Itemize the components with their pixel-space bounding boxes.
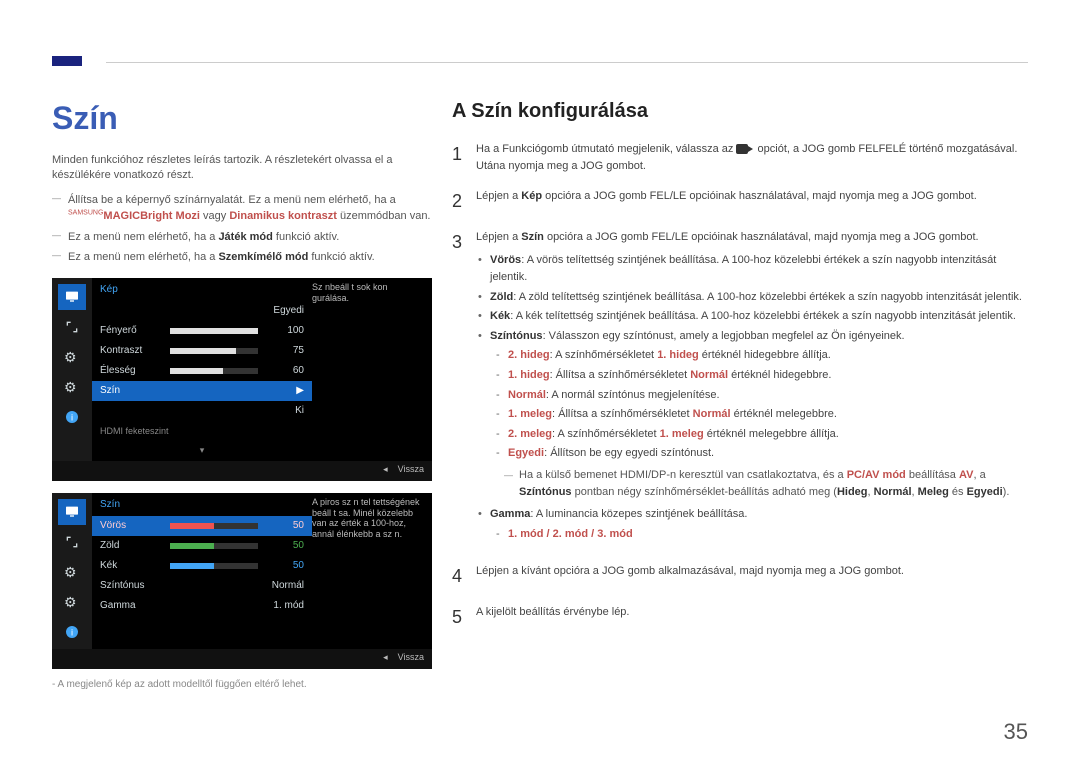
page-number: 35 (1004, 719, 1028, 745)
note: Ha a külső bemenet HDMI/DP-n keresztül v… (504, 467, 1028, 500)
osd-value: Egyedi (273, 305, 304, 316)
osd-title: Szín (100, 499, 120, 510)
note-item: Állítsa be a képernyő színárnyalatát. Ez… (68, 192, 432, 225)
section-title: Szín (52, 100, 432, 137)
osd-hint: Sz nbeáll t sok kon gurálása. (312, 278, 432, 308)
gear-icon: ⚙ (58, 374, 86, 400)
osd-footer: ◂Vissza (52, 649, 432, 669)
osd-row: Gamma 1. mód (92, 596, 312, 616)
osd-row: Színtónus Normál (92, 576, 312, 596)
gear-icon: ⚙ (58, 589, 86, 615)
note-item: Ez a menü nem elérhető, ha a Játék mód f… (68, 229, 432, 246)
step-1: 1 Ha a Funkciógomb útmutató megjelenik, … (452, 141, 1028, 174)
osd-hint: A piros sz n tel tettségének beáll t sa.… (312, 493, 432, 544)
monitor-icon (58, 499, 86, 525)
osd-row: Fényerő 100 (92, 321, 312, 341)
caption: - A megjelenő kép az adott modelltől füg… (52, 679, 432, 690)
config-title: A Szín konfigurálása (452, 100, 1028, 123)
osd-row: Kontraszt 75 (92, 341, 312, 361)
step-2: 2 Lépjen a Kép opcióra a JOG gomb FEL/LE… (452, 188, 1028, 215)
note-item: Ez a menü nem elérhető, ha a Szemkímélő … (68, 249, 432, 266)
osd-value: Ki (295, 405, 304, 416)
osd-row: Zöld 50 (92, 536, 312, 556)
osd-row-highlight: Vörös 50 (92, 516, 312, 536)
size-icon (58, 314, 86, 340)
osd-row: Élesség 60 (92, 361, 312, 381)
osd-panel-picture: ⚙ ⚙ i Kép Egyedi Fényerő 100 (52, 278, 432, 481)
monitor-icon (58, 284, 86, 310)
osd-footer: ◂Vissza (52, 461, 432, 481)
osd-row-highlight: Szín ▶ (92, 381, 312, 401)
step-3: 3 Lépjen a Szín opcióra a JOG gomb FEL/L… (452, 229, 1028, 549)
step-5: 5 A kijelölt beállítás érvénybe lép. (452, 604, 1028, 631)
info-icon: i (58, 619, 86, 645)
gear-icon: ⚙ (58, 559, 86, 585)
header-rule (106, 62, 1028, 63)
info-icon: i (58, 404, 86, 430)
svg-text:i: i (71, 627, 73, 637)
osd-panel-color: ⚙ ⚙ i Szín Vörös 50 (52, 493, 432, 669)
gear-icon: ⚙ (58, 344, 86, 370)
svg-text:i: i (71, 412, 73, 422)
menu-icon (736, 144, 754, 154)
size-icon (58, 529, 86, 555)
intro-paragraph: Minden funkcióhoz részletes leírás tarto… (52, 153, 432, 184)
osd-title: Kép (100, 284, 118, 295)
osd-row: Kék 50 (92, 556, 312, 576)
chapter-tab (52, 56, 82, 66)
osd-row-disabled: HDMI feketeszint (92, 421, 312, 441)
step-4: 4 Lépjen a kívánt opcióra a JOG gomb alk… (452, 563, 1028, 590)
